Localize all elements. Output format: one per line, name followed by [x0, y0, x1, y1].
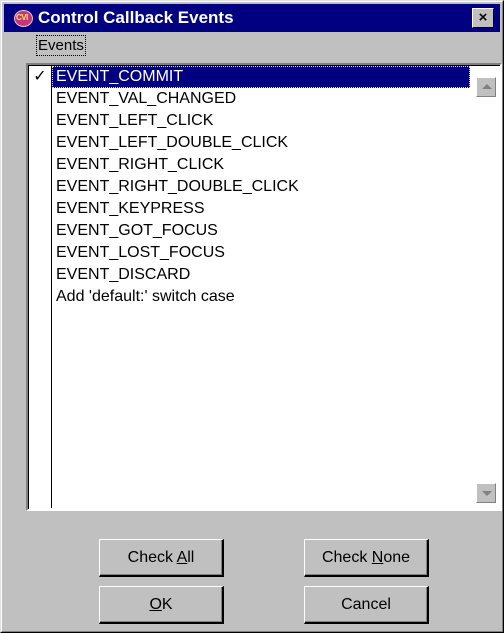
- event-label: EVENT_COMMIT: [56, 68, 184, 85]
- events-list: ✓ EVENT_COMMIT EVENT_VAL_CHANGED EVENT_LEFT…: [33, 66, 470, 308]
- arrow-down-icon: [482, 491, 492, 496]
- list-item[interactable]: EVENT_LEFT_CLICK: [52, 110, 470, 132]
- event-label: EVENT_RIGHT_CLICK: [56, 156, 225, 173]
- checkmark-icon: ✓: [33, 68, 47, 85]
- event-label: EVENT_DISCARD: [56, 266, 191, 283]
- dialog-frame: CVI Control Callback Events × Events ✓ EV…: [1, 1, 503, 632]
- list-item[interactable]: EVENT_RIGHT_DOUBLE_CLICK: [52, 176, 470, 198]
- window-title: Control Callback Events: [38, 8, 234, 27]
- check-all-label-post: ll: [187, 548, 195, 566]
- dialog-window: CVI Control Callback Events × Events ✓ EV…: [0, 0, 504, 633]
- event-label: EVENT_RIGHT_DOUBLE_CLICK: [56, 178, 299, 195]
- scroll-down-button[interactable]: [476, 483, 496, 503]
- list-item[interactable]: EVENT_KEYPRESS: [52, 198, 470, 220]
- list-item[interactable]: EVENT_DISCARD: [52, 264, 470, 286]
- list-item[interactable]: Add 'default:' switch case: [52, 286, 470, 308]
- event-label: EVENT_VAL_CHANGED: [56, 90, 237, 107]
- check-all-mnemonic: A: [176, 548, 188, 566]
- check-column: [29, 66, 52, 508]
- list-item[interactable]: ✓ EVENT_COMMIT: [33, 66, 470, 88]
- arrow-up-icon: [482, 84, 492, 89]
- vertical-scrollbar[interactable]: [476, 67, 498, 507]
- cancel-label: Cancel: [341, 595, 391, 613]
- check-all-label-pre: Check: [127, 548, 177, 566]
- list-item[interactable]: EVENT_LEFT_DOUBLE_CLICK: [52, 132, 470, 154]
- check-none-mnemonic: N: [371, 548, 384, 566]
- list-item[interactable]: EVENT_RIGHT_CLICK: [52, 154, 470, 176]
- event-label: EVENT_LOST_FOCUS: [56, 244, 225, 261]
- ok-label-post: K: [161, 595, 173, 613]
- check-none-label-pre: Check: [321, 548, 372, 566]
- title-bar[interactable]: CVI Control Callback Events ×: [4, 4, 500, 32]
- close-button[interactable]: ×: [472, 8, 494, 28]
- event-label: EVENT_LEFT_DOUBLE_CLICK: [56, 134, 289, 151]
- check-all-button[interactable]: Check All: [99, 539, 224, 577]
- events-listbox[interactable]: ✓ EVENT_COMMIT EVENT_VAL_CHANGED EVENT_LEFT…: [26, 63, 502, 511]
- check-none-button[interactable]: Check None: [304, 539, 429, 577]
- ok-button[interactable]: OK: [99, 586, 224, 624]
- ok-mnemonic: O: [149, 595, 162, 613]
- list-item[interactable]: EVENT_LOST_FOCUS: [52, 242, 470, 264]
- cancel-button[interactable]: Cancel: [304, 586, 429, 624]
- list-item[interactable]: EVENT_VAL_CHANGED: [52, 88, 470, 110]
- cvi-icon[interactable]: CVI: [14, 10, 33, 27]
- event-label: EVENT_GOT_FOCUS: [56, 222, 218, 239]
- event-label: Add 'default:' switch case: [56, 288, 235, 305]
- events-label: Events: [36, 35, 86, 56]
- event-label: EVENT_KEYPRESS: [56, 200, 205, 217]
- list-item[interactable]: EVENT_GOT_FOCUS: [52, 220, 470, 242]
- scroll-up-button[interactable]: [476, 77, 496, 97]
- event-label: EVENT_LEFT_CLICK: [56, 112, 214, 129]
- check-none-label-post: one: [383, 548, 411, 566]
